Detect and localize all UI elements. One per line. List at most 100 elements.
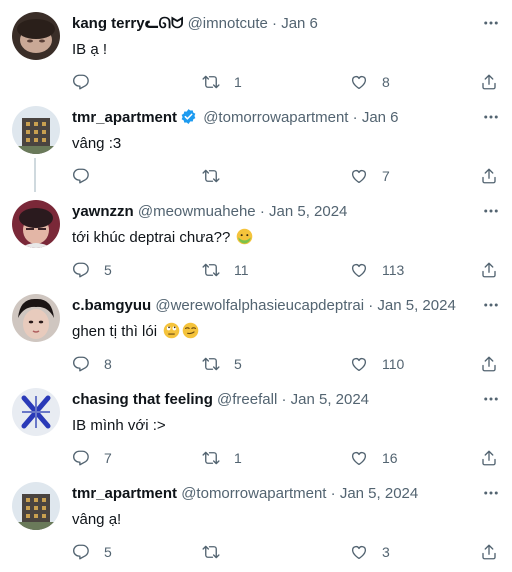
tweet-actions: 8 5 110 — [72, 354, 502, 374]
like-button[interactable]: 7 — [350, 166, 390, 186]
user-handle[interactable]: @imnotcute — [188, 15, 268, 32]
tweet-reply[interactable]: tmr_apartment @tomorrowapartment · Jan 6… — [0, 106, 512, 192]
share-button[interactable] — [480, 448, 498, 468]
reply-button[interactable] — [72, 72, 104, 92]
tweet-date[interactable]: Jan 5, 2024 — [340, 485, 418, 502]
reply-count: 7 — [104, 450, 112, 466]
retweet-count: 1 — [234, 450, 242, 466]
tweet-header: tmr_apartment @tomorrowapartment · Jan 6 — [72, 108, 399, 128]
reply-button[interactable]: 5 — [72, 542, 112, 562]
avatar[interactable] — [12, 388, 60, 436]
share-icon — [480, 449, 498, 467]
reply-count: 5 — [104, 544, 112, 560]
tweet-text: IB ạ ! — [72, 41, 108, 58]
like-icon — [350, 167, 368, 185]
like-button[interactable]: 110 — [350, 354, 404, 374]
display-name[interactable]: chasing that feeling — [72, 391, 213, 408]
tweet-header: chasing that feeling @freefall · Jan 5, … — [72, 390, 369, 410]
like-button[interactable]: 3 — [350, 542, 390, 562]
retweet-icon — [202, 355, 220, 373]
user-handle[interactable]: @freefall — [217, 391, 277, 408]
reply-button[interactable]: 8 — [72, 354, 112, 374]
separator-dot: · — [281, 391, 287, 408]
more-icon[interactable] — [482, 108, 500, 126]
tweet-actions: 5 3 — [72, 542, 502, 562]
like-button[interactable]: 16 — [350, 448, 398, 468]
more-icon[interactable] — [482, 484, 500, 502]
display-name[interactable]: c.bamgyuu — [72, 297, 151, 314]
reply-count: 5 — [104, 262, 112, 278]
reply-button[interactable]: 7 — [72, 448, 112, 468]
like-button[interactable]: 113 — [350, 260, 404, 280]
tweet-date[interactable]: Jan 6 — [362, 109, 399, 126]
tweet-reply[interactable]: tmr_apartment @tomorrowapartment · Jan 5… — [0, 482, 512, 568]
avatar[interactable] — [12, 106, 60, 154]
like-count: 113 — [382, 262, 405, 278]
share-button[interactable] — [480, 354, 498, 374]
avatar[interactable] — [12, 200, 60, 248]
user-handle[interactable]: @werewolfalphasieucapdeptrai — [155, 297, 364, 314]
retweet-button[interactable] — [202, 166, 234, 186]
share-button[interactable] — [480, 166, 498, 186]
verified-icon — [181, 109, 196, 124]
separator-dot: · — [352, 109, 358, 126]
tweet-text: vâng :3 — [72, 135, 122, 152]
tweet-header: yawnzzn @meowmuahehe · Jan 5, 2024 — [72, 202, 347, 222]
display-name[interactable]: yawnzzn — [72, 203, 134, 220]
tweet-reply[interactable]: c.bamgyuu @werewolfalphasieucapdeptrai ·… — [0, 294, 512, 380]
smirking-face-emoji-icon — [182, 322, 199, 339]
tweet-header: kang terryᓚᘏᗢ @imnotcute · Jan 6 — [72, 14, 318, 34]
share-icon — [480, 167, 498, 185]
retweet-icon — [202, 167, 220, 185]
retweet-button[interactable]: 1 — [202, 448, 242, 468]
share-icon — [480, 543, 498, 561]
more-icon[interactable] — [482, 390, 500, 408]
tweet-reply[interactable]: yawnzzn @meowmuahehe · Jan 5, 2024 tới k… — [0, 200, 512, 286]
retweet-button[interactable]: 1 — [202, 72, 242, 92]
user-handle[interactable]: @meowmuahehe — [138, 203, 256, 220]
share-button[interactable] — [480, 72, 498, 92]
retweet-count: 1 — [234, 74, 242, 90]
reply-icon — [72, 261, 90, 279]
like-icon — [350, 73, 368, 91]
avatar[interactable] — [12, 482, 60, 530]
user-handle[interactable]: @tomorrowapartment — [181, 485, 326, 502]
retweet-button[interactable]: 5 — [202, 354, 242, 374]
tweet-date[interactable]: Jan 6 — [281, 15, 318, 32]
tweet-reply[interactable]: chasing that feeling @freefall · Jan 5, … — [0, 388, 512, 474]
share-icon — [480, 355, 498, 373]
user-handle[interactable]: @tomorrowapartment — [203, 109, 348, 126]
retweet-button[interactable] — [202, 542, 234, 562]
reply-icon — [72, 167, 90, 185]
display-name[interactable]: kang terryᓚᘏᗢ — [72, 15, 183, 32]
reply-icon — [72, 543, 90, 561]
like-count: 7 — [382, 168, 390, 184]
reply-icon — [72, 355, 90, 373]
avatar[interactable] — [12, 12, 60, 60]
tweet-actions: 7 1 16 — [72, 448, 502, 468]
like-icon — [350, 543, 368, 561]
more-icon[interactable] — [482, 296, 500, 314]
more-icon[interactable] — [482, 202, 500, 220]
retweet-button[interactable]: 11 — [202, 260, 249, 280]
tweet-text: IB mình với :> — [72, 417, 166, 434]
share-button[interactable] — [480, 260, 498, 280]
nauseated-face-emoji-icon — [237, 228, 253, 245]
tweet-actions: 7 — [72, 166, 502, 186]
display-name[interactable]: tmr_apartment — [72, 109, 177, 126]
tweet-date[interactable]: Jan 5, 2024 — [377, 297, 455, 314]
reply-button[interactable]: 5 — [72, 260, 112, 280]
like-count: 3 — [382, 544, 390, 560]
tweet-reply[interactable]: kang terryᓚᘏᗢ @imnotcute · Jan 6 IB ạ ! … — [0, 12, 512, 98]
share-button[interactable] — [480, 542, 498, 562]
retweet-icon — [202, 543, 220, 561]
like-button[interactable]: 8 — [350, 72, 390, 92]
reply-button[interactable] — [72, 166, 104, 186]
avatar[interactable] — [12, 294, 60, 342]
more-icon[interactable] — [482, 14, 500, 32]
tweet-date[interactable]: Jan 5, 2024 — [291, 391, 369, 408]
share-icon — [480, 261, 498, 279]
like-count: 8 — [382, 74, 390, 90]
display-name[interactable]: tmr_apartment — [72, 485, 177, 502]
tweet-date[interactable]: Jan 5, 2024 — [269, 203, 347, 220]
